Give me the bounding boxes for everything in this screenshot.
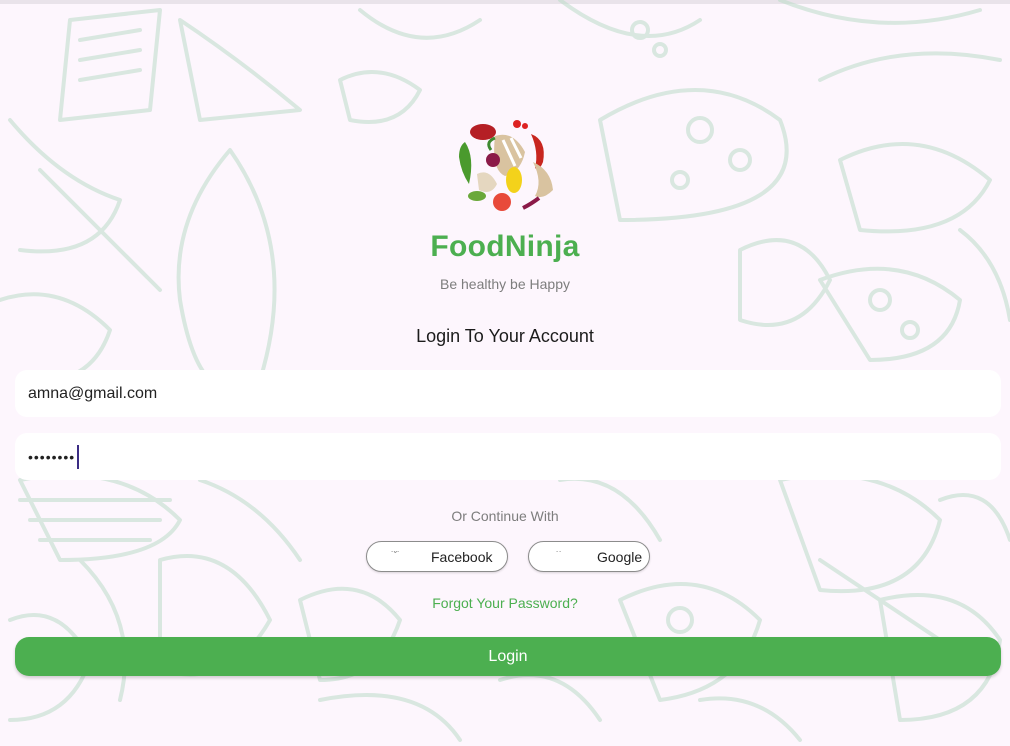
email-field[interactable]: amna@gmail.com	[15, 370, 1001, 417]
forgot-password-link[interactable]: Forgot Your Password?	[0, 595, 1010, 611]
app-title: FoodNinja	[430, 230, 580, 263]
facebook-label: Facebook	[431, 548, 493, 565]
password-field[interactable]: ••••••••	[15, 433, 1001, 480]
app-tagline: Be healthy be Happy	[440, 276, 570, 292]
google-label: Google	[597, 548, 643, 565]
text-cursor	[77, 444, 80, 469]
social-divider-text: Or Continue With	[451, 508, 559, 524]
facebook-icon: ˙˘˙	[391, 549, 400, 560]
google-icon: ˙˙	[556, 549, 562, 560]
password-value: ••••••••	[28, 448, 76, 465]
email-value: amna@gmail.com	[28, 384, 158, 402]
login-button-label: Login	[488, 647, 528, 665]
google-button[interactable]: ˙˙ Google	[528, 541, 650, 572]
food-ninja-logo	[459, 120, 553, 211]
login-button[interactable]: Login	[15, 637, 1001, 676]
facebook-button[interactable]: ˙˘˙ Facebook	[366, 541, 508, 572]
login-heading: Login To Your Account	[416, 326, 594, 346]
